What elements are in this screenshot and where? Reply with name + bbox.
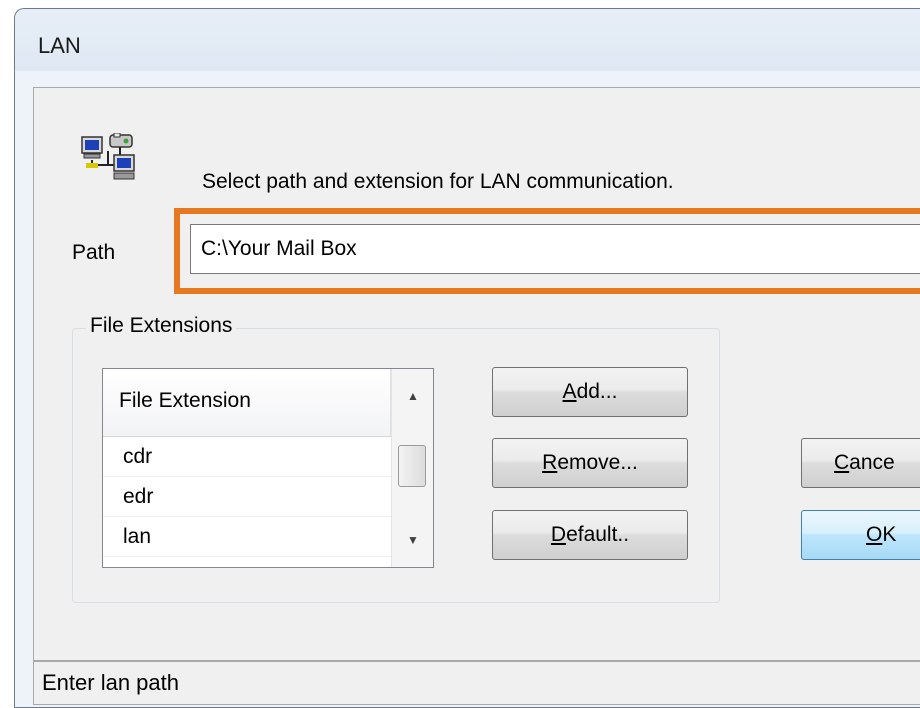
dialog-client-area: Select path and extension for LAN commun…: [33, 87, 920, 661]
file-extension-list[interactable]: File Extension cdr edr lan ▲ ▼: [102, 368, 434, 568]
list-vertical-scrollbar[interactable]: ▲ ▼: [391, 369, 433, 567]
status-text: Enter lan path: [42, 670, 179, 695]
file-extensions-group-title: File Extensions: [86, 314, 237, 338]
scroll-up-arrow-icon[interactable]: ▲: [392, 375, 433, 417]
list-item[interactable]: edr: [103, 477, 391, 517]
remove-button[interactable]: Remove...: [492, 438, 688, 488]
list-item[interactable]: cdr: [103, 437, 391, 477]
scrollbar-thumb[interactable]: [398, 445, 426, 487]
network-computers-icon: [81, 133, 135, 180]
window-title: LAN: [38, 33, 81, 58]
add-button[interactable]: Add...: [492, 367, 688, 417]
file-extension-rows: cdr edr lan: [103, 437, 391, 557]
list-item[interactable]: lan: [103, 517, 391, 557]
path-highlight-box: [174, 208, 920, 294]
lan-dialog-window: LAN Select path and extension for LAN co…: [14, 8, 920, 708]
ok-button[interactable]: OK: [801, 510, 920, 560]
scroll-down-arrow-icon[interactable]: ▼: [392, 519, 433, 561]
default-button[interactable]: Default..: [492, 510, 688, 560]
instruction-text: Select path and extension for LAN commun…: [202, 170, 674, 193]
column-header-file-extension[interactable]: File Extension: [103, 369, 391, 437]
cancel-button[interactable]: Cance: [801, 438, 920, 488]
path-label: Path: [72, 241, 116, 264]
status-bar: Enter lan path: [33, 661, 920, 705]
title-bar[interactable]: LAN: [15, 9, 920, 71]
column-header-label: File Extension: [119, 389, 251, 412]
